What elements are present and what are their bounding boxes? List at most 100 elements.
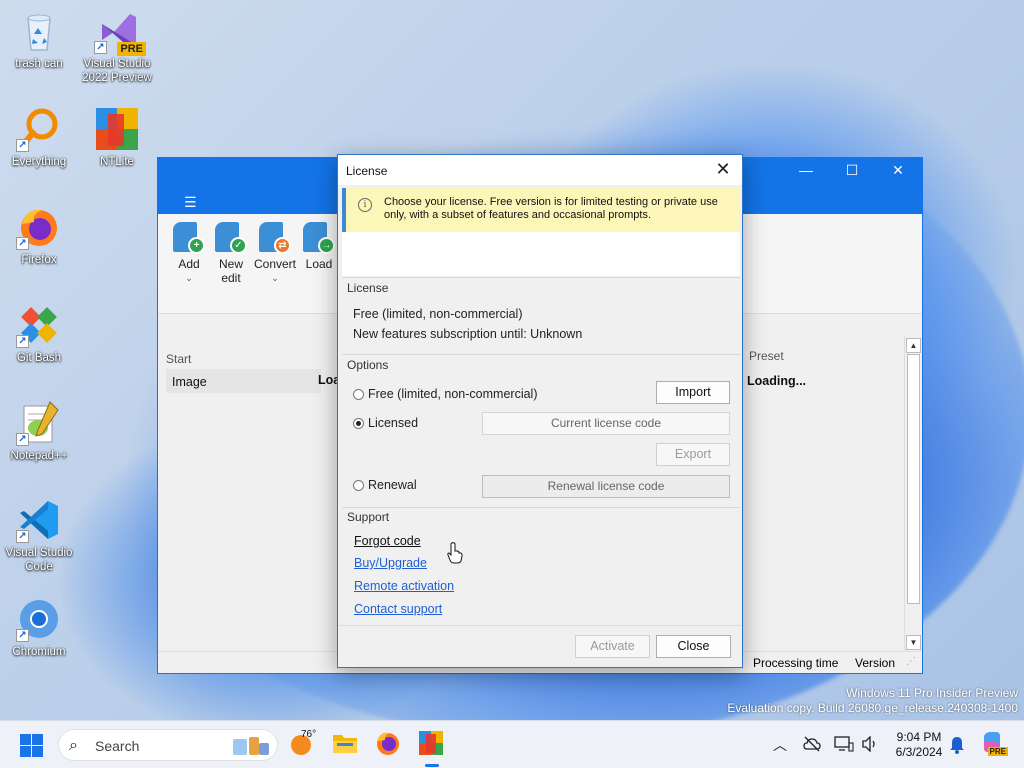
desktop-icon-firefox[interactable]: ↗ Firefox — [1, 204, 77, 267]
desktop-icon-label: Chromium — [12, 646, 66, 658]
scroll-thumb[interactable] — [907, 354, 920, 604]
forgot-code-link[interactable]: Forgot code — [354, 534, 421, 548]
taskbar: ⌕ Search 76° ︿ 9:04 PM 6/3/2024 PRE — [0, 720, 1024, 768]
taskbar-file-explorer[interactable] — [331, 729, 363, 761]
add-icon: + — [173, 222, 205, 254]
shortcut-arrow-icon: ↗ — [94, 41, 107, 54]
resize-grip-icon[interactable]: ⋰ — [906, 656, 916, 667]
vscode-icon: ↗ — [16, 497, 62, 543]
divider — [342, 354, 740, 355]
shortcut-arrow-icon: ↗ — [16, 335, 29, 348]
column-preset[interactable]: Preset — [749, 349, 784, 363]
taskbar-search[interactable]: ⌕ Search — [58, 729, 278, 761]
renewal-license-input[interactable]: Renewal license code — [482, 475, 730, 498]
ntlite-icon — [94, 106, 140, 152]
copilot-pre-badge: PRE — [987, 747, 1008, 756]
convert-label: Convert — [253, 257, 297, 271]
close-button[interactable]: Close — [656, 635, 731, 658]
shortcut-arrow-icon: ↗ — [16, 139, 29, 152]
desktop-icon-vscode[interactable]: ↗ Visual Studio Code — [1, 497, 77, 574]
activate-button[interactable]: Activate — [575, 635, 650, 658]
taskbar-ntlite[interactable] — [417, 729, 449, 761]
banner-spacer — [342, 232, 740, 276]
radio-free[interactable] — [353, 389, 364, 400]
desktop-icon-trash[interactable]: trash can — [1, 8, 77, 71]
load-label: Load — [305, 257, 333, 271]
menu-icon[interactable]: ☰ — [184, 194, 197, 211]
status-processing-time: Processing time — [753, 656, 839, 670]
radio-renewal[interactable] — [353, 480, 364, 491]
divider — [338, 625, 742, 626]
cloud-sync-icon[interactable] — [803, 736, 821, 752]
maximize-icon[interactable]: ☐ — [832, 162, 872, 179]
clock-time: 9:04 PM — [896, 730, 942, 744]
shortcut-arrow-icon: ↗ — [16, 433, 29, 446]
desktop-icon-everything[interactable]: ↗ Everything — [1, 106, 77, 169]
pre-badge: PRE — [117, 42, 146, 56]
load-button[interactable]: → Load — [296, 222, 342, 271]
divider — [342, 277, 740, 278]
scroll-up-icon[interactable]: ▲ — [906, 338, 921, 353]
show-hidden-icons-chevron-icon[interactable]: ︿ — [773, 735, 787, 755]
radio-licensed-label[interactable]: Licensed — [368, 416, 418, 430]
dialog-close-icon[interactable]: ✕ — [712, 159, 734, 180]
minimize-icon[interactable]: — — [786, 162, 826, 178]
new-edit-button[interactable]: ✓ New edit — [208, 222, 254, 285]
desktop-icon-label: Everything — [11, 156, 67, 168]
desktop-icon-git-bash[interactable]: ↗ Git Bash — [1, 302, 77, 365]
license-section-label: License — [347, 281, 389, 295]
desktop-icon-label: Visual Studio Code — [5, 547, 73, 573]
shortcut-arrow-icon: ↗ — [16, 237, 29, 250]
shortcut-arrow-icon: ↗ — [16, 629, 29, 642]
weather-widget[interactable]: 76° — [289, 729, 321, 761]
notepad-plus-plus-icon: ↗ — [16, 400, 62, 446]
add-label: Add — [178, 257, 200, 271]
add-button[interactable]: + Add ⌄ — [166, 222, 212, 285]
support-section-label: Support — [347, 510, 390, 524]
visual-studio-icon: PRE ↗ — [94, 8, 146, 56]
desktop-icon-label: NTLite — [100, 156, 134, 168]
watermark-line-2: Evaluation copy. Build 26080.ge_release.… — [727, 701, 1018, 715]
export-button[interactable]: Export — [656, 443, 730, 466]
start-button[interactable] — [20, 734, 44, 758]
desktop-icon-label: trash can — [15, 58, 63, 70]
taskbar-firefox[interactable] — [374, 729, 406, 761]
network-icon[interactable] — [834, 736, 854, 752]
desktop-icon-ntlite[interactable]: NTLite — [79, 106, 155, 169]
remote-activation-link[interactable]: Remote activation — [354, 579, 454, 593]
chevron-down-icon: ⌄ — [271, 273, 279, 283]
license-dialog: License ✕ i Choose your license. Free ve… — [337, 154, 743, 668]
desktop-icon-chromium[interactable]: ↗ Chromium — [1, 596, 77, 659]
desktop-icon-visual-studio-preview[interactable]: PRE ↗ Visual Studio 2022 Preview — [79, 8, 155, 85]
desktop-icon-notepad-plus-plus[interactable]: ↗ Notepad++ — [1, 400, 77, 463]
system-clock[interactable]: 9:04 PM 6/3/2024 — [890, 730, 948, 760]
contact-support-link[interactable]: Contact support — [354, 602, 442, 616]
new-edit-icon: ✓ — [215, 222, 247, 254]
notification-bell-icon[interactable] — [949, 736, 965, 754]
window-close-icon[interactable]: ✕ — [878, 162, 918, 179]
search-icon: ⌕ — [69, 737, 78, 754]
dialog-title: License — [346, 164, 388, 178]
vertical-scrollbar[interactable]: ▲ ▼ — [904, 336, 921, 652]
column-start[interactable]: Start — [166, 352, 191, 366]
everything-search-icon: ↗ — [16, 106, 62, 152]
divider — [342, 507, 740, 508]
status-version: Version — [855, 656, 896, 670]
radio-renewal-label[interactable]: Renewal — [368, 478, 417, 492]
active-app-indicator — [425, 764, 439, 767]
clock-date: 6/3/2024 — [895, 745, 943, 759]
os-watermark: Windows 11 Pro Insider Preview Evaluatio… — [727, 686, 1018, 716]
firefox-icon: ↗ — [16, 204, 62, 250]
current-license-input[interactable]: Current license code — [482, 412, 730, 435]
radio-licensed[interactable] — [353, 418, 364, 429]
desktop-icon-label: Firefox — [21, 254, 57, 266]
scroll-down-icon[interactable]: ▼ — [906, 635, 921, 650]
buy-upgrade-link[interactable]: Buy/Upgrade — [354, 556, 427, 570]
subscription-status: New features subscription until: Unknown — [353, 327, 583, 341]
radio-free-label[interactable]: Free (limited, non-commercial) — [368, 387, 537, 401]
copilot-button[interactable]: PRE — [980, 730, 1008, 758]
convert-button[interactable]: ⇄ Convert ⌄ — [252, 222, 298, 285]
volume-icon[interactable] — [861, 736, 879, 752]
cell-loading: Loading... — [747, 374, 807, 388]
import-button[interactable]: Import — [656, 381, 730, 404]
